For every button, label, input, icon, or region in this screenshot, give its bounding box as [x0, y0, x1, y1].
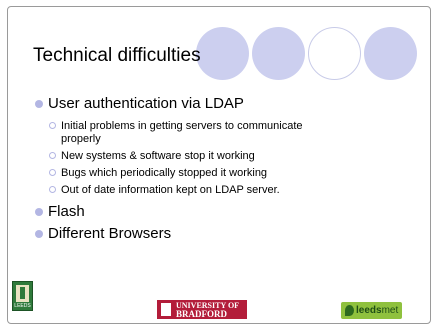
bullet-ring-icon: [49, 122, 56, 129]
bullet-dot-icon: [35, 230, 43, 238]
sub-bullet-text: Out of date information kept on LDAP ser…: [61, 184, 280, 196]
decorative-circle: [364, 27, 417, 80]
slide: Technical difficulties User authenticati…: [7, 6, 431, 324]
bullet-dot-icon: [35, 100, 43, 108]
bradford-logo: UNIVERSITY OF BRADFORD: [157, 300, 247, 319]
sub-bullet-text: New systems & software stop it working: [61, 150, 255, 162]
decorative-circle: [308, 27, 361, 80]
bullet-list: User authentication via LDAP Initial pro…: [35, 94, 316, 244]
sub-bullet-item: Out of date information kept on LDAP ser…: [48, 184, 316, 197]
sub-bullet-text: Initial problems in getting servers to c…: [61, 120, 303, 145]
bullet-text: User authentication via LDAP: [48, 95, 244, 112]
bullet-dot-icon: [35, 208, 43, 216]
decorative-circle: [196, 27, 249, 80]
bullet-item: Different Browsers: [35, 224, 316, 244]
slide-title: Technical difficulties: [33, 45, 201, 66]
sub-bullet-item: Bugs which periodically stopped it worki…: [48, 167, 316, 180]
bradford-logo-line2: BRADFORD: [176, 309, 227, 319]
crest-icon: [161, 303, 171, 316]
bullet-item: User authentication via LDAP: [35, 94, 316, 114]
leedsmet-logo: leedsmet: [341, 302, 402, 319]
sub-bullet-text: Bugs which periodically stopped it worki…: [61, 167, 268, 179]
bullet-item: Flash: [35, 202, 316, 222]
leeds-logo: LEEDS: [12, 281, 33, 311]
bullet-ring-icon: [49, 169, 56, 176]
bullet-ring-icon: [49, 152, 56, 159]
bullet-text: Different Browsers: [48, 225, 172, 242]
tower-icon: [20, 287, 25, 299]
bullet-ring-icon: [49, 186, 56, 193]
leeds-logo-text: LEEDS: [14, 303, 31, 309]
sub-bullet-item: New systems & software stop it working: [48, 150, 316, 163]
sub-bullet-item: Initial problems in getting servers to c…: [48, 120, 316, 146]
bullet-text: Flash: [48, 203, 85, 220]
leaf-icon: [345, 305, 354, 316]
leedsmet-logo-text: leedsmet: [356, 305, 399, 316]
decorative-circle: [252, 27, 305, 80]
